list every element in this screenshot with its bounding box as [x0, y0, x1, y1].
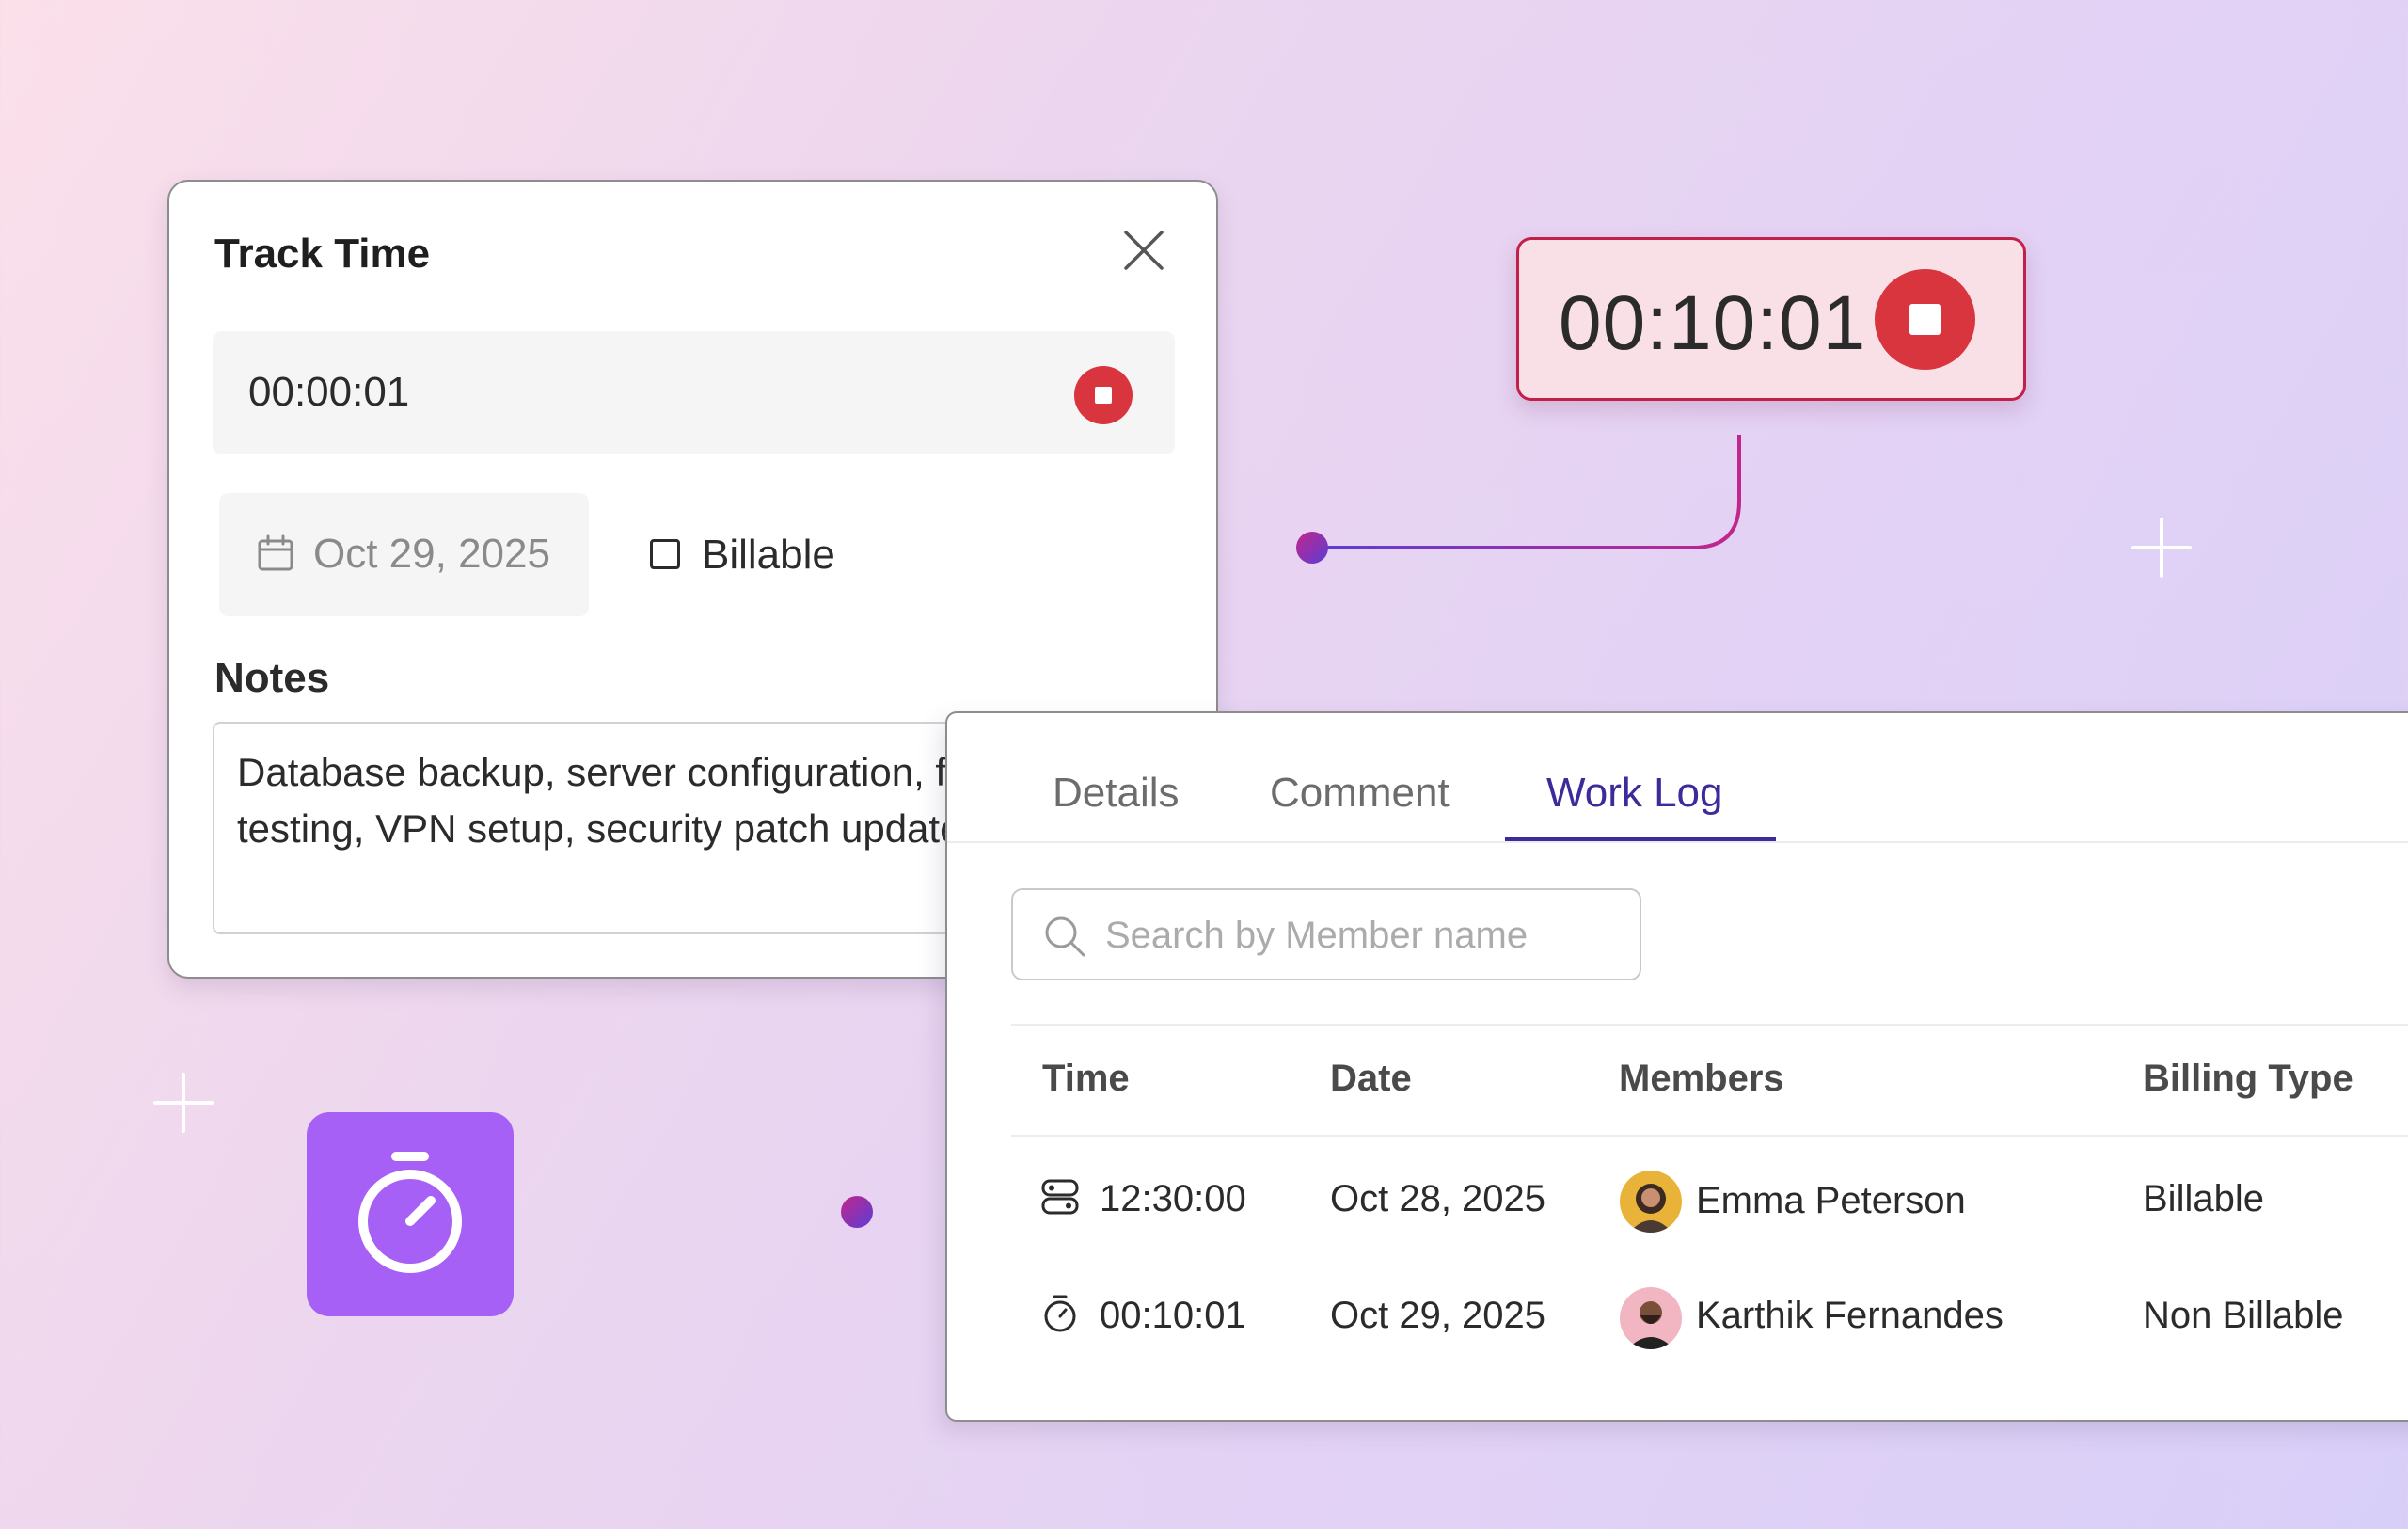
billable-label: Billable [702, 532, 835, 578]
connector-dot-stopwatch [841, 1196, 873, 1228]
table-row[interactable]: 12:30:00 Oct 28, 2025 Emma Peterson Bill… [1011, 1155, 2408, 1250]
avatar [1620, 1171, 1682, 1233]
work-log-panel: Details Comment Work Log Search by Membe… [945, 711, 2408, 1422]
table-row[interactable]: 00:10:01 Oct 29, 2025 Karthik Fernandes … [1011, 1272, 2408, 1366]
close-icon[interactable] [1122, 229, 1165, 272]
column-header-time: Time [1042, 1058, 1130, 1099]
running-timer-value: 00:10:01 [1559, 280, 1867, 366]
calendar-icon [258, 534, 293, 571]
timer-connector-line [1312, 435, 1741, 549]
timer-field-value: 00:00:01 [248, 369, 410, 415]
row-date: Oct 28, 2025 [1330, 1178, 1546, 1219]
tab-divider [947, 841, 2408, 843]
date-picker[interactable]: Oct 29, 2025 [219, 493, 589, 616]
row-time: 12:30:00 [1100, 1178, 1246, 1219]
header-divider [1011, 1135, 2408, 1137]
search-placeholder: Search by Member name [1105, 915, 1529, 956]
notes-label: Notes [214, 655, 330, 701]
sparkle-decoration-left [153, 1073, 214, 1133]
stopwatch-icon [358, 1152, 462, 1273]
table-top-divider [1011, 1024, 2408, 1026]
stopwatch-icon [1044, 1295, 1076, 1332]
date-picker-value: Oct 29, 2025 [313, 531, 550, 577]
stopwatch-connector-line [534, 1210, 854, 1214]
running-timer-widget: 00:10:01 [1516, 237, 2026, 401]
row-billing-type: Non Billable [2143, 1295, 2344, 1336]
column-header-date: Date [1330, 1058, 1412, 1099]
row-date: Oct 29, 2025 [1330, 1295, 1546, 1336]
timer-field[interactable]: 00:00:01 [213, 331, 1175, 454]
timer-stop-button[interactable] [1074, 366, 1133, 424]
row-time: 00:10:01 [1100, 1295, 1246, 1336]
row-billing-type: Billable [2143, 1178, 2264, 1219]
tab-work-log[interactable]: Work Log [1546, 770, 1723, 817]
running-timer-stop-button[interactable] [1875, 269, 1975, 370]
manual-entry-icon [1041, 1179, 1079, 1215]
row-member: Karthik Fernandes [1696, 1295, 2004, 1336]
member-search-input[interactable]: Search by Member name [1011, 888, 1641, 980]
sparkle-decoration-right [2131, 518, 2192, 578]
stopwatch-tile [307, 1112, 514, 1316]
row-member: Emma Peterson [1696, 1180, 1966, 1221]
avatar [1620, 1287, 1682, 1349]
search-icon [1045, 916, 1085, 957]
active-tab-indicator [1505, 837, 1776, 841]
column-header-members: Members [1619, 1058, 1784, 1099]
tab-details[interactable]: Details [1053, 770, 1180, 817]
billable-checkbox[interactable] [650, 539, 680, 569]
dialog-title: Track Time [214, 231, 431, 277]
connector-dot-timer [1296, 532, 1328, 564]
column-header-billing-type: Billing Type [2143, 1058, 2353, 1099]
tab-comment[interactable]: Comment [1270, 770, 1450, 817]
